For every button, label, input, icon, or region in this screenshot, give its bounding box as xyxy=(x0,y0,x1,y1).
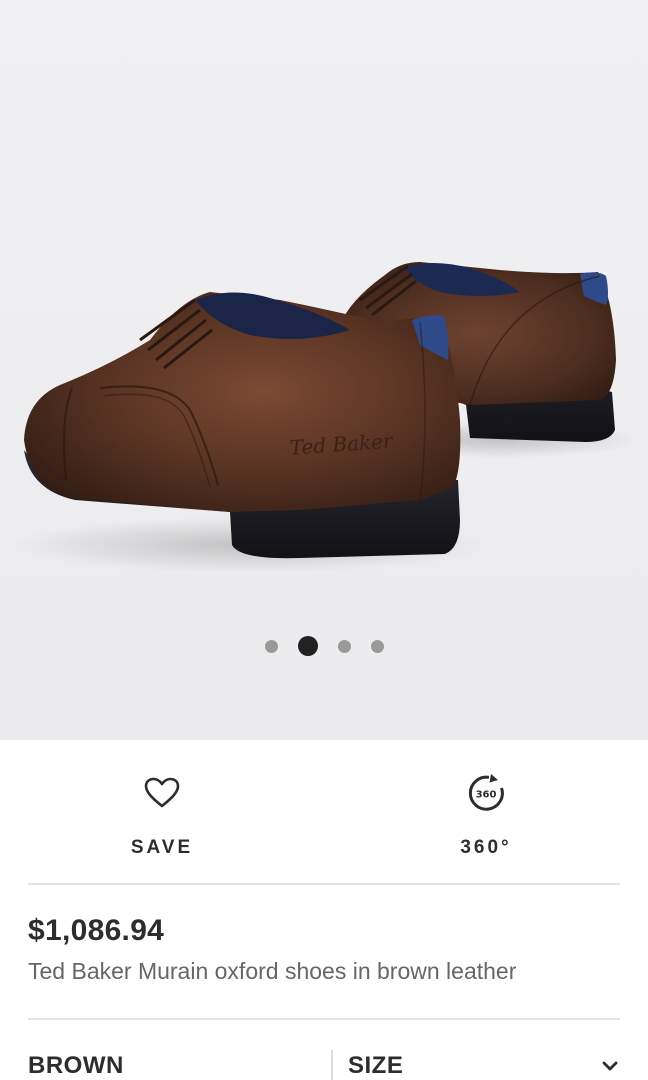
product-image[interactable]: Ted Baker xyxy=(0,0,648,740)
save-label: SAVE xyxy=(130,837,194,858)
size-select-label: SIZE xyxy=(348,1052,404,1079)
divider xyxy=(28,883,620,885)
save-button[interactable]: SAVE xyxy=(0,740,324,883)
product-page: Ted Baker SAVE 360 360° $1,086.94 Ted Ba… xyxy=(0,0,648,1080)
size-select[interactable]: SIZE xyxy=(346,1046,622,1080)
options-separator xyxy=(331,1050,333,1080)
svg-text:360: 360 xyxy=(476,790,497,801)
product-image-gallery[interactable]: Ted Baker xyxy=(0,0,648,740)
product-actions: SAVE 360 360° xyxy=(0,740,648,883)
left-shoe: Ted Baker xyxy=(24,292,461,559)
rotate-360-icon: 360 xyxy=(466,773,506,813)
product-price: $1,086.94 xyxy=(28,914,165,947)
colour-value: BROWN xyxy=(28,1052,124,1079)
divider xyxy=(28,1018,620,1020)
gallery-dot-4[interactable] xyxy=(370,639,384,653)
gallery-dot-1[interactable] xyxy=(264,639,278,653)
product-options: BROWN SIZE xyxy=(0,1022,648,1080)
chevron-down-icon xyxy=(602,1061,618,1071)
product-title: Ted Baker Murain oxford shoes in brown l… xyxy=(28,958,517,984)
view-360-label: 360° xyxy=(460,837,512,858)
gallery-dot-3[interactable] xyxy=(337,639,351,653)
gallery-dot-2-active[interactable] xyxy=(297,636,318,656)
gallery-pagination xyxy=(0,635,648,657)
heart-icon xyxy=(142,773,182,813)
view-360-button[interactable]: 360 360° xyxy=(324,740,648,883)
